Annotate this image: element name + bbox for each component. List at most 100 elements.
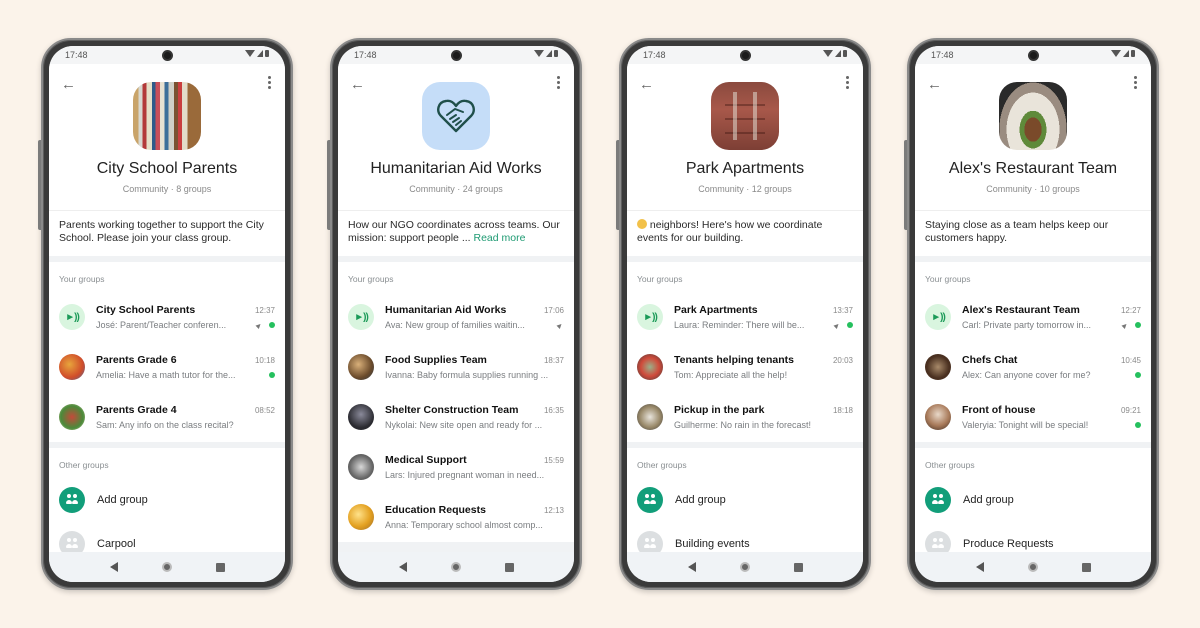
group-row[interactable]: Shelter Construction Team 16:35 Nykolai: … — [338, 392, 574, 442]
megaphone-icon: ►)) — [354, 311, 369, 323]
battery-icon — [265, 50, 269, 57]
back-arrow-icon[interactable]: ← — [61, 76, 76, 93]
community-photo[interactable] — [999, 82, 1067, 150]
back-arrow-icon[interactable]: ← — [639, 76, 654, 93]
pin-icon: ▲ — [554, 319, 567, 331]
other-group-row[interactable]: Building events — [627, 522, 863, 552]
group-row[interactable]: Food Supplies Team 18:37 Ivanna: Baby for… — [338, 342, 574, 392]
your-groups-section: Your groups ►)) City School Parents 12:37… — [49, 262, 285, 442]
group-time: 12:13 — [543, 506, 564, 515]
group-avatar — [348, 454, 374, 480]
back-arrow-icon[interactable]: ← — [350, 76, 365, 93]
group-row[interactable]: ►)) Alex's Restaurant Team 12:27 Carl: Pr… — [915, 292, 1151, 342]
wifi-icon — [1111, 50, 1121, 57]
other-group-row[interactable]: Produce Requests — [915, 522, 1151, 552]
group-row[interactable]: Education Requests 12:13 Anna: Temporary … — [338, 492, 574, 542]
camera-hole — [162, 50, 173, 61]
nav-home-icon[interactable] — [739, 562, 750, 572]
nav-home-icon[interactable] — [161, 562, 172, 572]
unread-dot — [1135, 372, 1141, 378]
community-photo[interactable] — [711, 82, 779, 150]
phone-alexs-restaurant-team: 17:48 ← Alex's Restaurant Team Community… — [904, 38, 1159, 590]
group-last-message: Ava: New group of families waitin... — [385, 320, 525, 330]
nav-recents-icon[interactable] — [215, 562, 225, 572]
group-row[interactable]: Tenants helping tenants 20:03 Tom: Apprec… — [627, 342, 863, 392]
add-group-button[interactable]: Add group — [915, 478, 1151, 522]
group-name: Tenants helping tenants — [674, 354, 794, 366]
status-time: 17:48 — [643, 50, 666, 60]
group-time: 12:37 — [254, 306, 275, 315]
read-more-link[interactable]: Read more — [474, 232, 526, 244]
add-group-button[interactable]: Add group — [627, 478, 863, 522]
announcement-avatar: ►)) — [348, 304, 374, 330]
group-row[interactable]: Medical Support 15:59 Lars: Injured pregn… — [338, 442, 574, 492]
group-row[interactable]: ►)) City School Parents 12:37 José: Paren… — [49, 292, 285, 342]
group-row[interactable]: ►)) Humanitarian Aid Works 17:06 Ava: New… — [338, 292, 574, 342]
add-group-button[interactable]: Add group — [49, 478, 285, 522]
more-options-icon[interactable] — [846, 76, 849, 89]
group-avatar — [925, 354, 951, 380]
status-time: 17:48 — [65, 50, 88, 60]
nav-back-icon[interactable] — [975, 562, 984, 572]
phone-park-apartments: 17:48 ← Park Apartments Community · 12 g… — [616, 38, 871, 590]
community-photo[interactable] — [422, 82, 490, 150]
nav-recents-icon[interactable] — [504, 562, 514, 572]
heart-handshake-icon — [437, 99, 475, 133]
group-row[interactable]: Pickup in the park 18:18 Guilherme: No ra… — [627, 392, 863, 442]
group-time: 12:27 — [1120, 306, 1141, 315]
android-nav-bar — [627, 552, 863, 582]
more-options-icon[interactable] — [1134, 76, 1137, 89]
group-row[interactable]: ►)) Park Apartments 13:37 Laura: Reminder… — [627, 292, 863, 342]
group-name: Food Supplies Team — [385, 354, 487, 366]
group-name: Humanitarian Aid Works — [385, 304, 507, 316]
group-avatar — [59, 354, 85, 380]
group-row[interactable]: Front of house 09:21 Valeryia: Tonight wi… — [915, 392, 1151, 442]
group-time: 17:06 — [543, 306, 564, 315]
back-arrow-icon[interactable]: ← — [927, 76, 942, 93]
other-groups-section: Other groups Add group Building events — [627, 448, 863, 552]
more-options-icon[interactable] — [268, 76, 271, 89]
group-last-message: Tom: Appreciate all the help! — [674, 370, 788, 380]
android-nav-bar — [338, 552, 574, 582]
description-text: How our NGO coordinates across teams. Ou… — [348, 219, 560, 244]
status-time: 17:48 — [354, 50, 377, 60]
group-row[interactable]: Parents Grade 4 08:52 Sam: Any info on th… — [49, 392, 285, 442]
pin-icon: ▲ — [1119, 319, 1132, 331]
group-last-message: Amelia: Have a math tutor for the... — [96, 370, 236, 380]
group-row[interactable]: Chefs Chat 10:45 Alex: Can anyone cover f… — [915, 342, 1151, 392]
community-description: Staying close as a team helps keep our c… — [915, 210, 1151, 256]
nav-back-icon[interactable] — [109, 562, 118, 572]
nav-recents-icon[interactable] — [793, 562, 803, 572]
group-avatar — [925, 404, 951, 430]
nav-recents-icon[interactable] — [1081, 562, 1091, 572]
other-groups-section: Other groups Add group Carpool — [49, 448, 285, 552]
group-last-message: Laura: Reminder: There will be... — [674, 320, 805, 330]
other-groups-label: Other groups — [637, 460, 687, 470]
group-name: Chefs Chat — [962, 354, 1018, 366]
nav-back-icon[interactable] — [687, 562, 696, 572]
group-name: Education Requests — [385, 504, 486, 516]
group-last-message: Anna: Temporary school almost comp... — [385, 520, 543, 530]
community-subtitle: Community · 8 groups — [122, 184, 212, 194]
group-row[interactable]: Parents Grade 6 10:18 Amelia: Have a math… — [49, 342, 285, 392]
signal-icon — [546, 50, 552, 57]
community-header: ← City School Parents Community · 8 grou… — [49, 64, 285, 210]
community-photo[interactable] — [133, 82, 201, 150]
unread-dot — [269, 322, 275, 328]
more-options-icon[interactable] — [557, 76, 560, 89]
group-last-message: Alex: Can anyone cover for me? — [962, 370, 1091, 380]
your-groups-label: Your groups — [348, 274, 394, 284]
other-group-row[interactable]: Carpool — [49, 522, 285, 552]
nav-home-icon[interactable] — [1027, 562, 1038, 572]
other-group-name: Produce Requests — [963, 538, 1054, 550]
nav-back-icon[interactable] — [398, 562, 407, 572]
nav-home-icon[interactable] — [450, 562, 461, 572]
your-groups-section: Your groups ►)) Humanitarian Aid Works 17… — [338, 262, 574, 542]
group-name: Parents Grade 6 — [96, 354, 177, 366]
description-text: Parents working together to support the … — [59, 219, 264, 244]
group-time: 13:37 — [832, 306, 853, 315]
group-name: Pickup in the park — [674, 404, 765, 416]
status-bar: 17:48 — [338, 46, 574, 64]
announcement-avatar: ►)) — [637, 304, 663, 330]
camera-hole — [451, 50, 462, 61]
